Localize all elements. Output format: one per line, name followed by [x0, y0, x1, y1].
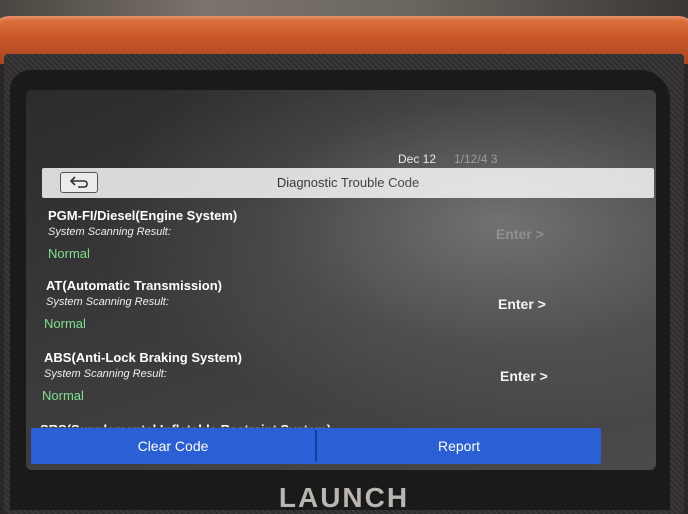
report-button[interactable]: Report — [317, 428, 601, 464]
title-bar: Diagnostic Trouble Code — [42, 168, 654, 198]
list-item[interactable]: ABS(Anti-Lock Braking System) System Sca… — [26, 346, 656, 410]
scan-status: Normal — [42, 388, 84, 403]
enter-button[interactable]: Enter > — [496, 226, 544, 242]
scan-result-label: System Scanning Result: — [46, 296, 169, 308]
scan-result-label: System Scanning Result: — [48, 226, 171, 238]
list-item[interactable]: PGM-FI/Diesel(Engine System) System Scan… — [26, 204, 656, 268]
page-title: Diagnostic Trouble Code — [276, 175, 420, 190]
scan-status: Normal — [48, 246, 90, 261]
status-date: Dec 12 — [398, 152, 437, 166]
brand-logo: LAUNCH — [278, 482, 410, 513]
status-bar: Dec 12 1/12/4 3 — [26, 150, 656, 166]
system-name: PGM-FI/Diesel(Engine System) — [48, 208, 238, 223]
device-photo: Dec 12 1/12/4 3 Diagnostic Trouble Code … — [0, 0, 688, 514]
system-name: AT(Automatic Transmission) — [46, 278, 223, 293]
action-bar: Clear Code Report — [31, 428, 601, 464]
device-screen: Dec 12 1/12/4 3 Diagnostic Trouble Code … — [26, 90, 656, 470]
system-name: ABS(Anti-Lock Braking System) — [44, 350, 242, 365]
clear-code-button[interactable]: Clear Code — [31, 428, 315, 464]
scan-status: Normal — [44, 316, 86, 331]
list-item[interactable]: AT(Automatic Transmission) System Scanni… — [26, 274, 656, 338]
enter-button[interactable]: Enter > — [500, 368, 548, 384]
scan-result-label: System Scanning Result: — [44, 368, 167, 380]
enter-button[interactable]: Enter > — [498, 296, 546, 312]
status-extra: 1/12/4 3 — [454, 152, 498, 166]
